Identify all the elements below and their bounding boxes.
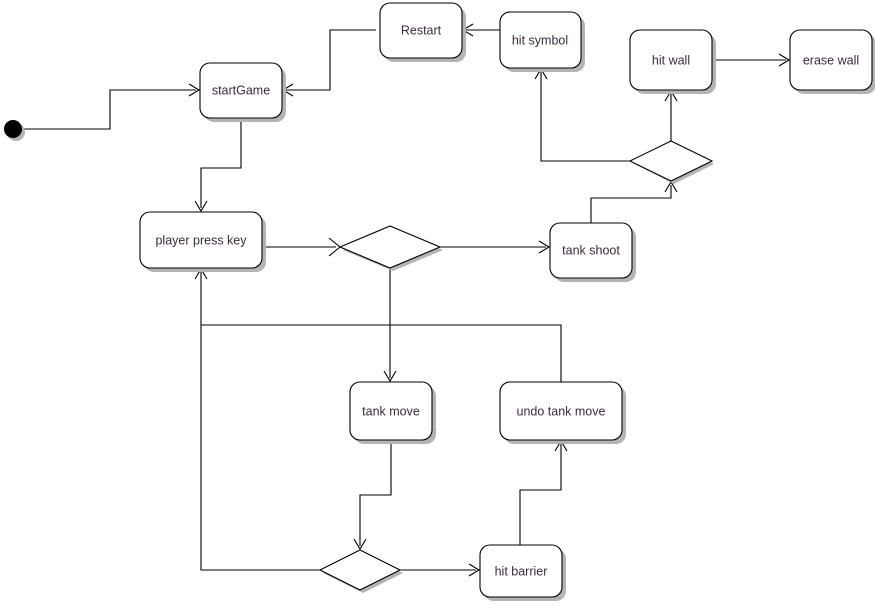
edge-playerpresskey-to-decisionkey — [262, 237, 341, 257]
initial-node[interactable] — [4, 120, 25, 141]
edge-path — [329, 29, 376, 90]
node-rect — [499, 381, 623, 441]
edge-decisionmove-to-playerpresskey — [194, 267, 320, 571]
edge-restart-to-startgame — [281, 29, 376, 97]
edge-hitwall-to-erasewall — [712, 53, 791, 67]
node-rect — [139, 211, 263, 269]
edge-decisionkey-to-tankshoot — [440, 240, 551, 254]
node-rect — [549, 222, 633, 279]
edge-decisionshoot-to-hitwall — [664, 89, 678, 141]
node-rect — [199, 62, 283, 119]
decision-diamond — [628, 140, 714, 182]
node-layer: startGame Restart hit symbol hit wall er… — [4, 2, 875, 601]
node-rect — [479, 544, 563, 598]
diagram-svg: startGame Restart hit symbol hit wall er… — [4, 2, 875, 601]
edge-path — [200, 118, 242, 208]
node-hit-barrier[interactable]: hit barrier — [479, 544, 566, 601]
edge-decisionmove-to-hitbarrier — [400, 563, 481, 577]
edge-path — [359, 440, 392, 546]
decision-node-move[interactable] — [318, 549, 403, 593]
edge-path — [519, 444, 562, 545]
node-rect — [629, 29, 713, 91]
node-start-game[interactable]: startGame — [199, 62, 286, 122]
edge-hitbarrier-to-undotankmove — [519, 439, 568, 545]
node-rect — [349, 381, 433, 441]
node-hit-wall[interactable]: hit wall — [629, 29, 716, 94]
node-tank-shoot[interactable]: tank shoot — [549, 222, 636, 282]
edge-decisionshoot-to-hitsymbol — [534, 67, 630, 162]
edge-startgame-to-playerpresskey — [194, 118, 242, 213]
node-rect — [499, 11, 582, 69]
edge-path — [22, 89, 196, 130]
decision-node-shoot[interactable] — [628, 140, 714, 184]
decision-diamond — [318, 549, 402, 591]
node-restart[interactable]: Restart — [379, 2, 466, 62]
edge-path — [201, 324, 562, 382]
node-undo-tank-move[interactable]: undo tank move — [499, 381, 626, 444]
node-rect — [789, 29, 873, 91]
decision-diamond — [338, 225, 442, 269]
edge-path — [200, 272, 320, 571]
edge-tankmove-to-decisionmove — [353, 440, 392, 551]
edge-start-to-startgame — [22, 83, 201, 130]
activity-diagram-canvas: startGame Restart hit symbol hit wall er… — [0, 0, 875, 605]
node-tank-move[interactable]: tank move — [349, 381, 436, 444]
node-hit-symbol[interactable]: hit symbol — [499, 11, 585, 72]
decision-node-key[interactable] — [338, 225, 443, 271]
node-player-press-key[interactable]: player press key — [139, 211, 266, 272]
edge-tankshoot-to-decisionshoot — [590, 180, 678, 223]
node-rect — [379, 2, 463, 59]
edge-path — [540, 72, 630, 162]
node-erase-wall[interactable]: erase wall — [789, 29, 875, 94]
edge-layer — [22, 23, 791, 577]
initial-node-dot — [4, 120, 22, 138]
edge-hitsymbol-to-restart — [461, 23, 500, 37]
edge-undotankmove-to-playerpresskey — [201, 324, 562, 382]
edge-path — [590, 185, 672, 223]
